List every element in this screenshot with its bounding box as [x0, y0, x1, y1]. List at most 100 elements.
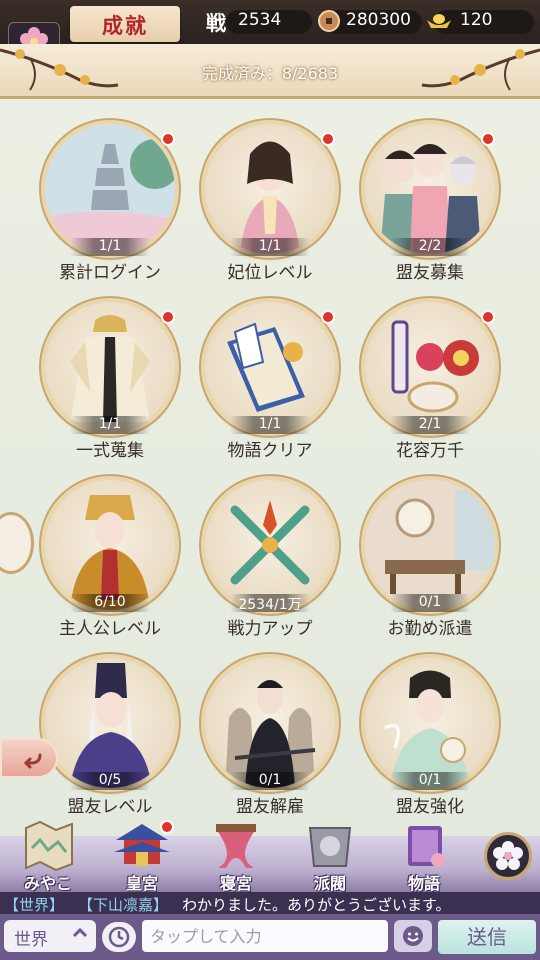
- page-title: 成就: [102, 13, 148, 38]
- chat-message-line: 【世界】 【下山凛嘉】 わかりました。ありがとうございます。: [0, 892, 540, 914]
- achievement-medal: [45, 302, 175, 432]
- achievement-label: 盟友解雇: [236, 797, 304, 817]
- emoji-button[interactable]: [394, 920, 432, 952]
- channel-select[interactable]: 世界: [4, 920, 96, 952]
- cosmetics-icon: [391, 320, 479, 413]
- clock-history-icon: [108, 926, 130, 948]
- coin-display: 280300: [318, 8, 428, 36]
- progress-text: 0/1: [390, 772, 470, 790]
- chat-input[interactable]: [142, 920, 388, 952]
- achievement-label: 物語クリア: [227, 441, 313, 461]
- progress-text: 0/1: [390, 594, 470, 612]
- achievement-item[interactable]: 1/1 物語クリア: [195, 302, 345, 472]
- progress-text: 2/1: [390, 416, 470, 434]
- nav-story[interactable]: 物語: [384, 818, 464, 893]
- achievement-item[interactable]: 6/10 主人公レベル: [35, 480, 185, 650]
- nav-miyako[interactable]: みやこ: [8, 818, 88, 893]
- progress-text: 0/1: [230, 772, 310, 790]
- outfit-set-icon: [70, 315, 150, 422]
- notification-dot: [321, 132, 335, 146]
- achievement-label: 累計ログイン: [59, 263, 161, 283]
- gold-display: 120: [426, 8, 536, 36]
- chat-message: わかりました。ありがとうございます。: [182, 896, 451, 914]
- gold-value: 120: [460, 10, 493, 30]
- progress-text: 1/1: [230, 238, 310, 256]
- power-value: 2534: [238, 10, 282, 30]
- achievement-label: 主人公レベル: [59, 619, 161, 639]
- achievement-medal: [205, 302, 335, 432]
- coin-value: 280300: [346, 10, 411, 30]
- progress-text: 1/1: [70, 416, 150, 434]
- faction-icon: [308, 827, 352, 867]
- room-interior-icon: [365, 480, 495, 610]
- progress-text: 6/10: [70, 594, 150, 612]
- dismiss-ally-icon: [225, 680, 316, 788]
- achievement-item[interactable]: 0/1 お勤め派遣: [355, 480, 505, 650]
- achievement-label: 花容万千: [396, 441, 464, 461]
- achievement-item[interactable]: 1/1 一式蒐集: [35, 302, 185, 472]
- coin-icon: [318, 10, 340, 37]
- send-button[interactable]: 送信: [438, 920, 536, 954]
- plum-branch-left: [0, 48, 119, 91]
- achievement-medal: [205, 124, 335, 254]
- achievement-item[interactable]: 0/1 盟友強化: [355, 658, 505, 828]
- allies-group-icon: [380, 144, 481, 254]
- progress-text: 2534/1万: [230, 594, 310, 613]
- achievement-medal: [45, 124, 175, 254]
- achievement-item[interactable]: 0/1 盟友解雇: [195, 658, 345, 828]
- achievement-item[interactable]: 1/1 累計ログイン: [35, 124, 185, 294]
- power-display: 戦 2534: [206, 8, 316, 36]
- chevron-up-icon: [70, 923, 90, 948]
- nav-label: 派閥: [313, 874, 346, 893]
- achievement-label: 一式蒐集: [76, 441, 144, 461]
- consort-portrait-icon: [240, 141, 300, 254]
- channel-select-value: 世界: [14, 930, 48, 950]
- achievement-medal: [45, 480, 175, 610]
- power-icon: 戦: [206, 11, 226, 35]
- progress-text: 1/1: [230, 416, 310, 434]
- achievement-label: 盟友募集: [396, 263, 464, 283]
- strengthen-ally-icon: [384, 670, 470, 788]
- achievement-label: 盟友強化: [396, 797, 464, 817]
- nav-label: 寝宮: [219, 874, 252, 893]
- nav-faction[interactable]: 派閥: [290, 818, 370, 893]
- achievement-item[interactable]: 2/1 花容万千: [355, 302, 505, 472]
- chat-channel-tag: 【世界】: [4, 896, 65, 914]
- achievement-medal: [365, 302, 495, 432]
- sakura-menu-button[interactable]: [484, 832, 532, 880]
- nav-bedroom[interactable]: 寝宮: [196, 818, 276, 893]
- gold-ingot-icon: [426, 12, 452, 35]
- achievement-item[interactable]: 2/2 盟友募集: [355, 124, 505, 294]
- empress-portrait-icon: [70, 495, 150, 610]
- bedroom-icon: [216, 824, 256, 868]
- chat-user[interactable]: 【下山凛嘉】: [78, 894, 168, 914]
- book-icon: [408, 826, 445, 867]
- smiley-icon: [403, 926, 423, 946]
- sakura-icon: [493, 841, 523, 870]
- nav-label: みやこ: [23, 874, 72, 893]
- notification-dot: [161, 132, 175, 146]
- ally-portrait-icon: [70, 663, 152, 788]
- achievement-medal: [205, 658, 335, 788]
- story-book-icon: [227, 322, 305, 412]
- achievement-label: 盟友レベル: [67, 797, 153, 817]
- notification-dot: [481, 132, 495, 146]
- nav-label: 皇宮: [125, 874, 158, 893]
- nav-palace[interactable]: 皇宮: [102, 818, 182, 893]
- achievement-item[interactable]: 2534/1万 戦力アップ: [195, 480, 345, 650]
- plum-branch-right: [421, 48, 540, 91]
- achievement-medal: [365, 658, 495, 788]
- side-character-button[interactable]: [0, 512, 34, 574]
- achievement-label: お勤め派遣: [387, 619, 473, 639]
- nav-label: 物語: [407, 874, 440, 893]
- achievement-medal: [205, 480, 335, 610]
- title-plaque: 成就: [70, 6, 180, 42]
- achievement-item[interactable]: 0/5 盟友レベル: [35, 658, 185, 828]
- back-button[interactable]: [0, 738, 58, 778]
- map-icon: [25, 820, 73, 872]
- achievement-medal: [365, 124, 495, 254]
- pagoda-icon: [45, 124, 175, 254]
- achievement-item[interactable]: 1/1 妃位レベル: [195, 124, 345, 294]
- chat-input-bar: 世界 送信: [0, 914, 540, 960]
- chat-history-button[interactable]: [102, 922, 136, 952]
